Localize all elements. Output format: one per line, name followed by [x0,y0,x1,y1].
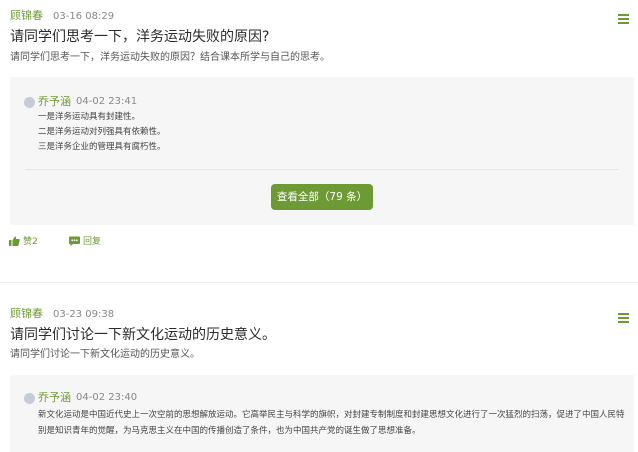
reply-text: 新文化运动是中国近代史上一次空前的思想解放运动。它高举民主与科学的旗帜，对封建专… [38,410,625,436]
thumbs-up-icon [9,236,20,246]
reply-line: 二是洋务运动对列强具有依赖性。 [38,127,166,137]
reply-time: 04-02 23:41 [76,96,138,107]
avatar [24,97,35,108]
reply-author[interactable]: 乔予涵 [38,95,71,109]
discussion-post: 顾锦春 03-23 09:38 请同学们讨论一下新文化运动的历史意义。 请同学们讨… [0,283,638,452]
post-description: 请同学们思考一下，洋务运动失败的原因？结合课本所学与自己的思考。 [10,52,330,63]
comment-icon [69,236,80,246]
divider [25,169,619,170]
post-author[interactable]: 顾锦春 [10,307,43,320]
like-count: 赞2 [23,237,38,247]
reply-preview-box: 乔予涵 04-02 23:41 一是洋务运动具有封建性。 二是洋务运动对列强具有… [10,77,634,225]
reply-time: 04-02 23:40 [76,392,138,403]
post-meta: 顾锦春 03-23 09:38 [10,307,114,322]
post-time: 03-23 09:38 [53,309,115,320]
hamburger-menu-icon[interactable] [618,313,629,323]
reply-label: 回复 [83,237,102,247]
reply-line: 三是洋务企业的管理具有腐朽性。 [38,142,166,152]
discussion-post: 顾锦春 03-16 08:29 请同学们思考一下，洋务运动失败的原因? 请同学们思… [0,0,638,282]
view-all-replies-button[interactable]: 查看全部（79 条） [271,184,373,210]
post-time: 03-16 08:29 [53,11,115,22]
reply-author[interactable]: 乔予涵 [38,391,71,405]
reply-line: 一是洋务运动具有封建性。 [38,112,141,122]
post-title[interactable]: 请同学们思考一下，洋务运动失败的原因? [10,28,269,46]
reply-preview-box: 乔予涵 04-02 23:40 新文化运动是中国近代史上一次空前的思想解放运动。… [10,375,634,452]
reply-button[interactable]: 回复 [69,236,101,248]
post-title[interactable]: 请同学们讨论一下新文化运动的历史意义。 [10,326,276,344]
like-button[interactable]: 赞2 [9,236,38,248]
post-meta: 顾锦春 03-16 08:29 [10,9,114,24]
post-author[interactable]: 顾锦春 [10,9,43,22]
post-description: 请同学们讨论一下新文化运动的历史意义。 [10,349,200,360]
hamburger-menu-icon[interactable] [618,14,629,24]
avatar [24,393,35,404]
